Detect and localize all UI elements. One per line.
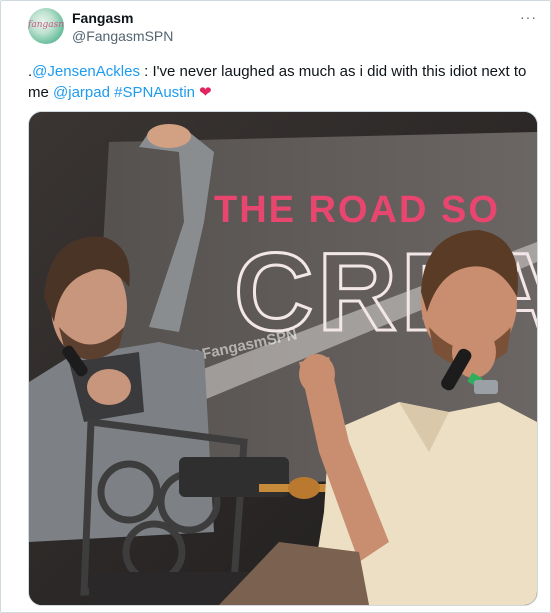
author-display-name[interactable]: Fangasm — [72, 10, 133, 26]
tweet-card: fangasm Fangasm @FangasmSPN ··· .@Jensen… — [0, 0, 551, 613]
hashtag-spnaustin-link[interactable]: #SPNAustin — [114, 84, 195, 101]
heart-emoji-icon: ❤ — [199, 84, 212, 101]
more-options-icon[interactable]: ··· — [520, 10, 537, 24]
tweet-photo[interactable]: THE ROAD SO CREA @FangasmSPN — [28, 111, 538, 606]
author-handle[interactable]: @FangasmSPN — [72, 28, 173, 44]
tweet-text: .@JensenAckles : I've never laughed as m… — [28, 61, 528, 103]
banner-text-line1: THE ROAD SO — [214, 189, 500, 231]
avatar[interactable]: fangasm — [28, 8, 64, 44]
photo-illustration: THE ROAD SO CREA @FangasmSPN — [29, 112, 537, 605]
mention-jarpad-link[interactable]: @jarpad — [53, 84, 110, 101]
mention-jensenackles-link[interactable]: @JensenAckles — [32, 63, 140, 80]
avatar-logo-text: fangasm — [28, 20, 64, 30]
